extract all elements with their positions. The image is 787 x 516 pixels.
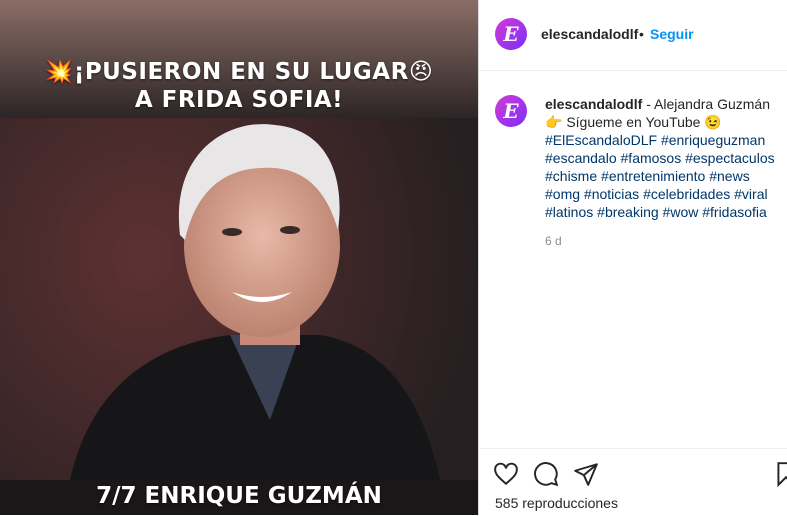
hashtag-link[interactable]: #news [709,168,749,184]
hashtag-link[interactable]: #noticias [584,186,639,202]
post-time[interactable]: 6 d [545,234,562,248]
hashtag-link[interactable]: #omg [545,186,580,202]
hashtag-link[interactable]: #entretenimiento [601,168,705,184]
comment-avatar[interactable]: E [495,95,527,127]
avatar[interactable]: E [495,18,527,50]
comment-line2: 👉 Sígueme en YouTube 😉 [545,114,722,130]
post-headline: 💥¡PUSIERON EN SU LUGAR😠 A FRIDA SOFIA! [0,58,478,114]
hashtag-list: #ElEscandaloDLF #enriqueguzman #escandal… [545,132,775,220]
comment-icon[interactable] [533,461,559,487]
media-divider [478,0,479,515]
hashtag-link[interactable]: #famosos [621,150,682,166]
follow-button[interactable]: Seguir [650,26,694,42]
hashtag-link[interactable]: #viral [734,186,767,202]
hashtag-link[interactable]: #breaking [597,204,659,220]
comment-username[interactable]: elescandalodlf [545,96,642,112]
hashtag-link[interactable]: #espectaculos [685,150,775,166]
header-username[interactable]: elescandalodlf [541,26,638,42]
views-count[interactable]: 585 reproducciones [495,495,618,511]
headline-line2: A FRIDA SOFIA! [134,87,344,113]
send-icon[interactable] [573,461,599,487]
hashtag-link[interactable]: #fridasofia [702,204,767,220]
hashtag-link[interactable]: #escandalo [545,150,617,166]
hashtag-link[interactable]: #chisme [545,168,597,184]
post-header: E elescandalodlf • Seguir [479,0,787,71]
comment-text: elescandalodlf - Alejandra Guzmán 👉 Sígue… [545,95,785,221]
hashtag-link[interactable]: #latinos [545,204,593,220]
separator-dot: • [639,26,644,42]
post-media[interactable]: 💥¡PUSIERON EN SU LUGAR😠 A FRIDA SOFIA! 7… [0,0,478,515]
hashtag-link[interactable]: #celebridades [643,186,730,202]
hashtag-link[interactable]: #ElEscandaloDLF [545,132,657,148]
bookmark-icon[interactable] [773,461,787,487]
post-caption: 7/7 ENRIQUE GUZMÁN [96,483,382,509]
hashtag-link[interactable]: #enriqueguzman [661,132,765,148]
action-bar: 585 reproducciones [479,448,787,516]
heart-icon[interactable] [493,461,519,487]
hashtag-link[interactable]: #wow [663,204,699,220]
comment-line1: - Alejandra Guzmán [646,96,770,112]
headline-line1: 💥¡PUSIERON EN SU LUGAR😠 [44,59,434,85]
